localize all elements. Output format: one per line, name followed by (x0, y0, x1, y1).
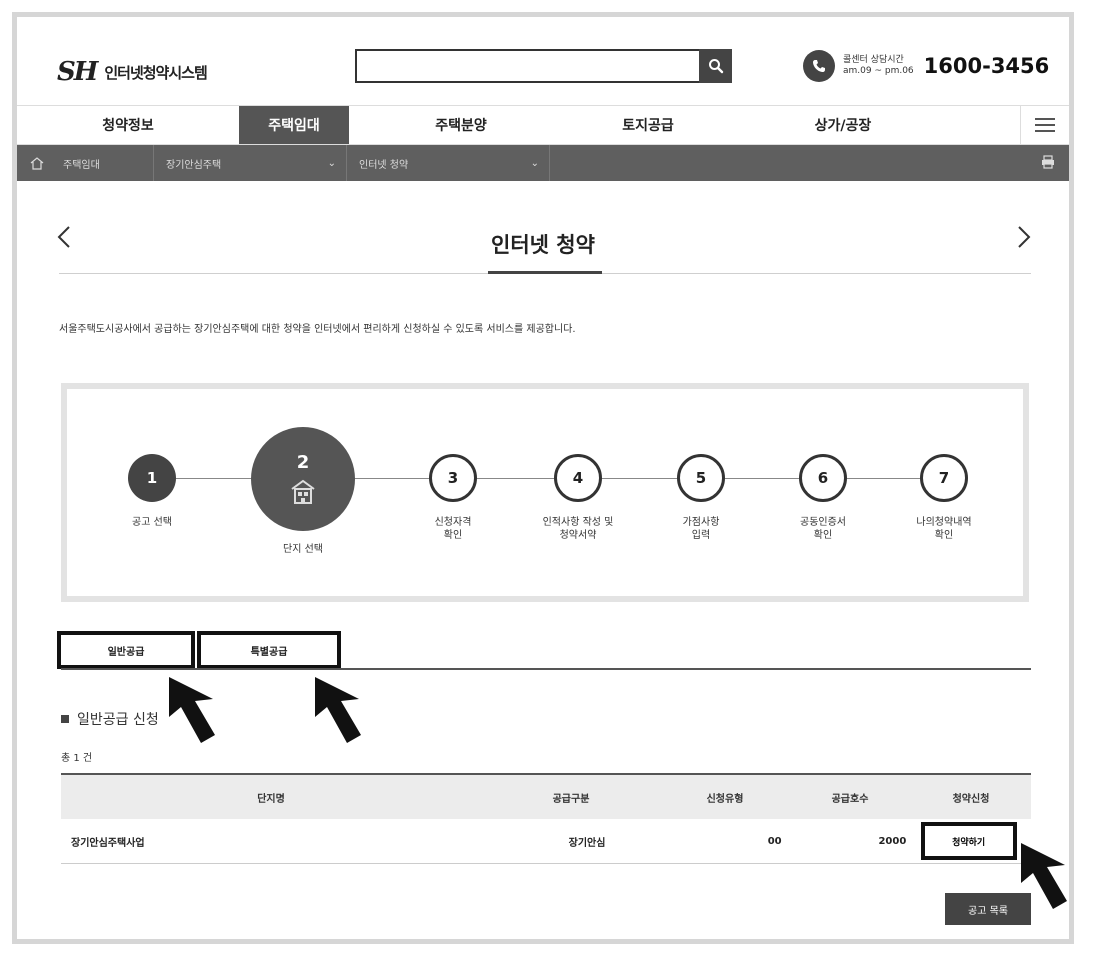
breadcrumb-level3-dropdown[interactable]: 인터넷 청약 ⌄ (347, 145, 549, 181)
print-button[interactable] (1041, 155, 1055, 172)
tab-special-supply[interactable]: 특별공급 (197, 631, 341, 669)
table-header: 단지명 공급구분 신청유형 공급호수 청약신청 (61, 775, 1031, 819)
step-2-number: 2 (296, 451, 310, 473)
logo-text: 인터넷청약시스템 (104, 63, 207, 82)
call-number: 1600-3456 (923, 54, 1050, 78)
logo-mark: SH (57, 57, 98, 87)
square-bullet-icon (61, 715, 69, 723)
hamburger-menu-button[interactable] (1020, 106, 1069, 144)
step-1: 1 공고 선택 (119, 454, 185, 529)
call-center: 콜센터 상담시간 am.09 ~ pm.06 1600-3456 (803, 50, 1049, 82)
step-5-circle: 5 (677, 454, 725, 502)
main-nav: 청약정보 주택임대 주택분양 토지공급 상가/공장 (17, 105, 1069, 145)
header-apply: 청약신청 (952, 793, 990, 805)
nav-item-commercial[interactable]: 상가/공장 (723, 106, 963, 144)
section-heading-text: 일반공급 신청 (77, 712, 159, 728)
table-row: 장기안심주택사업 장기안심 00 2000 청약하기 (61, 819, 1031, 864)
step-2-circle: 2 (251, 427, 355, 531)
hamburger-icon (1035, 118, 1055, 132)
page-frame: SH 인터넷청약시스템 콜센터 상담시간 am.09 ~ pm.06 1600-… (12, 12, 1074, 944)
nav-item-subscription-info[interactable]: 청약정보 (17, 106, 239, 144)
progress-steps: 1 공고 선택 2 단지 선택 3 신청자격 확인 4 인적사항 작성 및 청약… (61, 383, 1029, 602)
call-hours-info: 콜센터 상담시간 am.09 ~ pm.06 (843, 55, 914, 77)
step-1-circle: 1 (128, 454, 176, 502)
breadcrumb-level1[interactable]: 주택임대 (57, 145, 153, 181)
phone-icon (803, 50, 835, 82)
breadcrumb-level3: 인터넷 청약 (359, 159, 409, 171)
search-icon (708, 59, 723, 74)
step-6-circle: 6 (799, 454, 847, 502)
cell-supply-type: 장기안심 (568, 837, 606, 849)
title-underline (488, 271, 602, 274)
total-count: 총 1 건 (61, 753, 93, 764)
tab-general-supply[interactable]: 일반공급 (57, 631, 195, 669)
step-7: 7 나의청약내역 확인 (889, 454, 999, 542)
chevron-right-icon (1018, 226, 1031, 248)
breadcrumb-level2: 장기안심주택 (166, 159, 222, 171)
cell-apply-type: 00 (767, 835, 782, 847)
step-2-label: 단지 선택 (283, 544, 323, 555)
chevron-down-icon: ⌄ (530, 157, 539, 169)
step-4-label: 인적사항 작성 및 청약서약 (542, 517, 614, 541)
breadcrumb-divider (549, 145, 550, 181)
print-icon (1042, 155, 1054, 169)
arrow-cursor-icon (169, 677, 215, 743)
header-units: 공급호수 (831, 793, 869, 805)
home-icon (30, 156, 44, 170)
step-1-label: 공고 선택 (132, 517, 172, 528)
step-7-label: 나의청약내역 확인 (916, 517, 972, 541)
chevron-down-icon: ⌄ (327, 157, 336, 169)
step-6-label: 공동인증서 확인 (800, 517, 846, 541)
nav-item-sale[interactable]: 주택분양 (349, 106, 573, 144)
page-description: 서울주택도시공사에서 공급하는 장기안심주택에 대한 청약을 인터넷에서 편리하… (59, 324, 576, 335)
section-heading: 일반공급 신청 (61, 709, 159, 729)
cell-complex-name: 장기안심주택사업 (71, 837, 145, 849)
nav-item-land[interactable]: 토지공급 (573, 106, 723, 144)
search-bar (355, 49, 732, 83)
complex-table: 단지명 공급구분 신청유형 공급호수 청약신청 장기안심주택사업 장기안심 00… (61, 773, 1031, 864)
header-apply-type: 신청유형 (706, 793, 744, 805)
apply-button[interactable]: 청약하기 (920, 822, 1017, 860)
call-hours: am.09 ~ pm.06 (843, 66, 914, 76)
step-5-label: 가점사항 입력 (682, 517, 720, 541)
step-7-circle: 7 (920, 454, 968, 502)
cell-apply: 청약하기 (906, 822, 1031, 860)
step-4-circle: 4 (554, 454, 602, 502)
cell-units: 2000 (878, 835, 907, 847)
search-input[interactable] (355, 49, 699, 83)
header-supply-type: 공급구분 (552, 793, 590, 805)
step-3-label: 신청자격 확인 (434, 517, 472, 541)
search-button[interactable] (699, 49, 732, 83)
step-5: 5 가점사항 입력 (651, 454, 751, 542)
call-label: 콜센터 상담시간 (843, 55, 904, 65)
arrow-cursor-icon (315, 677, 361, 743)
next-page-arrow[interactable] (1017, 225, 1031, 256)
tab-divider (61, 668, 1031, 670)
building-icon (291, 479, 315, 504)
step-2: 2 단지 선택 (243, 427, 363, 556)
step-6: 6 공동인증서 확인 (773, 454, 873, 542)
site-logo[interactable]: SH 인터넷청약시스템 (57, 57, 208, 87)
page-title: 인터넷 청약 (491, 233, 595, 257)
breadcrumb-home[interactable] (17, 145, 57, 181)
step-3-circle: 3 (429, 454, 477, 502)
breadcrumb: 주택임대 장기안심주택 ⌄ 인터넷 청약 ⌄ (17, 145, 1069, 181)
arrow-cursor-icon (1021, 843, 1067, 909)
step-3: 3 신청자격 확인 (403, 454, 503, 542)
nav-item-rental[interactable]: 주택임대 (239, 106, 349, 144)
breadcrumb-level2-dropdown[interactable]: 장기안심주택 ⌄ (154, 145, 346, 181)
header-complex-name: 단지명 (257, 793, 285, 805)
step-4: 4 인적사항 작성 및 청약서약 (513, 454, 643, 542)
